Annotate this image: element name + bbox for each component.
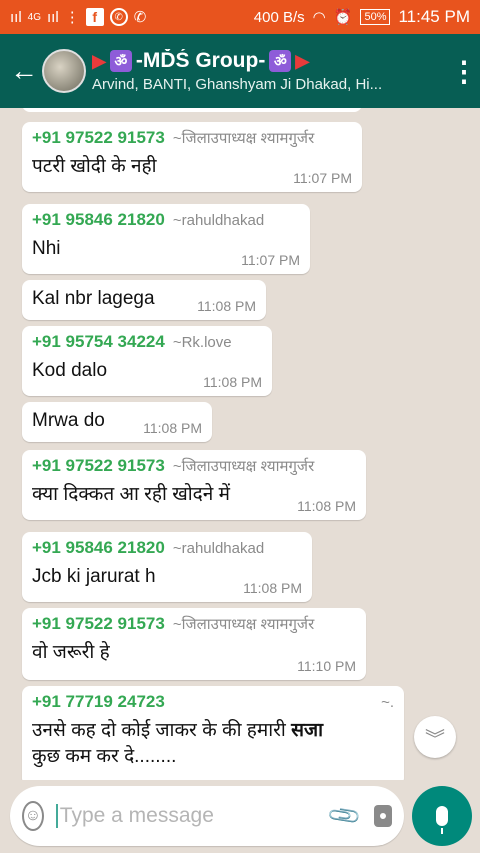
message-compose-bar: ☺ 📎 [10,786,404,846]
message-time: 11:08 PM [197,298,256,314]
message-bubble[interactable]: +91 97522 91573 ~जिलाउपाध्यक्ष श्यामगुर्… [22,608,366,680]
clock: 11:45 PM [398,7,470,26]
message-time: 11:08 PM [203,374,262,390]
message-time: 11:10 PM [297,658,356,674]
back-arrow-icon[interactable]: ← [10,55,38,87]
message-sender: +91 97522 91573 ~जिलाउपाध्यक्ष श्यामगुर्… [32,614,356,634]
message-time: 11:08 PM [297,498,356,514]
sender-phone[interactable]: +91 97522 91573 [32,456,165,476]
flag-icon-2: ▶ [295,50,310,71]
signal-icon-2: ııl [47,8,59,26]
message-bubble[interactable]: +91 95846 21820 ~rahuldhakad Nhi 11:07 P… [22,204,310,274]
message-sender: +91 95846 21820 ~rahuldhakad [32,210,300,230]
om-icon-2: ॐ [269,50,292,72]
whatsapp-icon: ✆ [109,8,128,26]
status-left: ııl 4G ııl ⋮ f ✆ ✆ [10,8,146,26]
flag-icon: ▶ [92,50,106,71]
status-bar: ııl 4G ııl ⋮ f ✆ ✆ 400 B/s ◠ ⏰ 50% 11:45… [0,0,480,34]
om-icon: ॐ [109,50,132,72]
sender-phone[interactable]: +91 95846 21820 [32,210,165,230]
message-bubble[interactable]: Kal nbr lagega 11:08 PM [22,280,266,320]
chat-header: ← ▶ ॐ -MĎŚ Group- ॐ ▶ Arvind, BANTI, Gha… [0,34,480,108]
net-speed: 400 B/s [253,8,305,26]
message-text: उनसे कह दो कोई जाकर के की हमारी सजा कुछ … [32,718,394,770]
message-time: 11:07 PM [241,252,300,268]
sender-phone[interactable]: +91 95754 34224 [32,332,165,352]
message-bubble-partial [22,108,362,112]
sender-alias: ~. [381,694,394,711]
alarm-icon: ⏰ [333,9,353,26]
sender-phone[interactable]: +91 77719 24723 [32,692,165,712]
sender-phone[interactable]: +91 97522 91573 [32,614,165,634]
message-sender: +91 95754 34224 ~Rk.love [32,332,262,352]
sender-alias: ~rahuldhakad [172,212,265,229]
message-text-line-2: कुछ कम कर दे........ [32,746,177,767]
sender-phone[interactable]: +91 97522 91573 [32,128,165,148]
sender-alias: ~जिलाउपाध्यक्ष श्यामगुर्जर [172,130,315,147]
message-bubble[interactable]: +91 95754 34224 ~Rk.love Kod dalo 11:08 … [22,326,272,396]
message-bubble[interactable]: +91 77719 24723 ~. उनसे कह दो कोई जाकर क… [22,686,404,780]
missed-call-icon: ✆ [133,9,147,26]
message-sender: +91 97522 91573 ~जिलाउपाध्यक्ष श्यामगुर्… [32,456,356,476]
mic-icon [436,806,448,834]
message-input[interactable] [55,804,331,828]
signal-icon: ııl [10,8,22,26]
wifi-icon: ◠ [312,9,326,26]
sender-alias: ~जिलाउपाध्यक्ष श्यामगुर्जर [172,616,315,633]
network-type: 4G [27,11,42,23]
message-bubble[interactable]: +91 97522 91573 ~जिलाउपाध्यक्ष श्यामगुर्… [22,122,362,192]
sender-phone[interactable]: +91 95846 21820 [32,538,165,558]
sender-alias: ~जिलाउपाध्यक्ष श्यामगुर्जर [172,458,315,475]
message-time: 11:08 PM [143,420,202,436]
message-time: 11:07 PM [293,170,352,186]
facebook-icon: f [85,8,104,26]
group-title: ▶ ॐ -MĎŚ Group- ॐ ▶ [92,49,450,73]
group-info[interactable]: ▶ ॐ -MĎŚ Group- ॐ ▶ Arvind, BANTI, Ghans… [92,49,450,93]
more-icon: ⋮ [64,9,80,26]
group-members: Arvind, BANTI, Ghanshyam Ji Dhakad, Hi..… [92,76,383,93]
scroll-down-button[interactable]: ︾ [414,716,456,758]
attach-icon[interactable]: 📎 [326,797,364,835]
message-bubble[interactable]: Mrwa do 11:08 PM [22,402,212,442]
battery-icon: 50% [360,9,391,25]
message-sender: +91 97522 91573 ~जिलाउपाध्यक्ष श्यामगुर्… [32,128,352,148]
message-time: 11:08 PM [243,580,302,596]
message-bubble[interactable]: +91 97522 91573 ~जिलाउपाध्यक्ष श्यामगुर्… [22,450,366,520]
message-sender: +91 77719 24723 ~. [32,692,394,712]
sender-alias: ~rahuldhakad [172,540,265,557]
message-text-line-1: उनसे कह दो कोई जाकर के की हमारी [32,720,286,741]
menu-icon[interactable]: ⋮ [450,55,478,88]
message-bubble[interactable]: +91 95846 21820 ~rahuldhakad Jcb ki jaru… [22,532,312,602]
message-sender: +91 95846 21820 ~rahuldhakad [32,538,302,558]
group-avatar[interactable] [42,49,86,93]
mic-button[interactable] [412,786,472,846]
camera-icon[interactable] [374,805,392,827]
double-chevron-down-icon: ︾ [425,728,445,751]
chat-area[interactable]: +91 97522 91573 ~जिलाउपाध्यक्ष श्यामगुर्… [0,108,480,780]
emoji-icon[interactable]: ☺ [22,801,44,831]
status-right: 400 B/s ◠ ⏰ 50% 11:45 PM [254,7,470,27]
sender-alias: ~Rk.love [172,334,232,351]
message-text-bold: सजा [291,720,323,741]
group-name-text: -MĎŚ Group- [135,49,266,72]
